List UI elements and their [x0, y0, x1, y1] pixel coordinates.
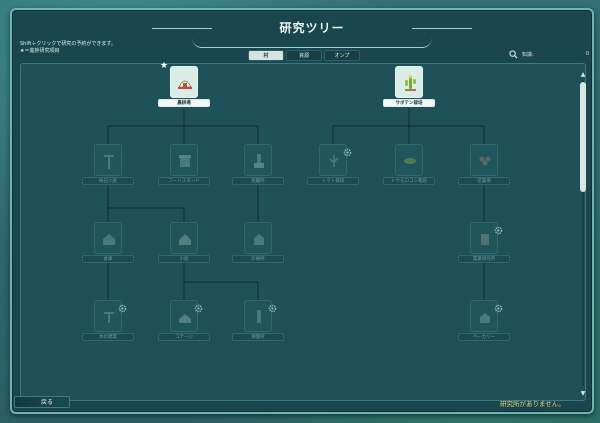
- node-quarry[interactable]: 採石小屋: [78, 144, 138, 194]
- status-message: 研究所がありません。: [500, 400, 565, 408]
- stand-icon: [179, 155, 191, 167]
- node-clinic[interactable]: 診療所: [228, 222, 288, 272]
- category-tabs: 村 資源 オンプ: [248, 50, 360, 61]
- flower-icon: [479, 156, 491, 166]
- node-label: 保健所: [232, 333, 284, 341]
- node-flower-farm[interactable]: 花農場: [454, 144, 514, 194]
- node-inn[interactable]: 旅籠所: [228, 144, 288, 194]
- node-cottage[interactable]: コテージ: [154, 300, 214, 350]
- hint-text: Shift＋クリックで研究の予約ができます。 ★＝進捗研究項目: [20, 41, 116, 55]
- tomato-icon: [329, 155, 339, 167]
- gear-icon: [268, 304, 277, 313]
- node-card: [470, 144, 498, 176]
- node-label: トマト栽培: [307, 177, 359, 185]
- node-label: 農業研究所: [458, 255, 510, 263]
- node-label: フードスタンド: [158, 177, 210, 185]
- node-wood-building[interactable]: 木の建築: [78, 300, 138, 350]
- tab-resources[interactable]: 資源: [286, 50, 322, 61]
- node-food-stand[interactable]: フードスタンド: [154, 144, 214, 194]
- node-bakery[interactable]: ベーカリー: [454, 300, 514, 350]
- corn-icon: [404, 158, 416, 164]
- node-hut[interactable]: 小屋: [154, 222, 214, 272]
- node-card: [244, 144, 272, 176]
- node-card: [94, 222, 122, 254]
- clinic-icon: [254, 234, 264, 245]
- node-agri-lab[interactable]: 農業研究所: [454, 222, 514, 272]
- cactus-icon: [405, 75, 416, 91]
- knowledge-counter: 知識: 0: [509, 48, 589, 60]
- gear-icon: [494, 304, 503, 313]
- tower-icon: [254, 154, 264, 168]
- window-title: 研究ツリー: [279, 21, 345, 35]
- node-label: 採石小屋: [82, 177, 134, 185]
- title-deco-left: [152, 28, 212, 29]
- cottage-icon: [179, 314, 191, 323]
- knowledge-label: 知識:: [522, 51, 534, 58]
- tab-onpu[interactable]: オンプ: [324, 50, 360, 61]
- scroll-thumb[interactable]: [580, 82, 586, 192]
- knowledge-count: 0: [585, 51, 589, 57]
- research-tree-window: 研究ツリー Shift＋クリックで研究の予約ができます。 ★＝進捗研究項目 村 …: [10, 8, 594, 414]
- scroll-up-icon[interactable]: ▲: [580, 72, 586, 78]
- node-label: ベーカリー: [458, 333, 510, 341]
- node-label: 旅籠所: [232, 177, 284, 185]
- node-card: [244, 222, 272, 254]
- node-card: [170, 66, 198, 98]
- node-label: 木の建築: [82, 333, 134, 341]
- health-icon: [257, 310, 261, 323]
- wood-icon: [104, 312, 114, 323]
- node-health-center[interactable]: 保健所: [228, 300, 288, 350]
- tab-village[interactable]: 村: [248, 50, 284, 61]
- lab-icon: [481, 234, 489, 245]
- node-card: [94, 144, 122, 176]
- hint-line-2: ★＝進捗研究項目: [20, 48, 60, 54]
- node-cactus[interactable]: サボテン栽培: [379, 66, 439, 116]
- bakery-icon: [480, 313, 490, 323]
- title-deco-right: [412, 28, 472, 29]
- node-corn[interactable]: トウモロコシ栽培: [379, 144, 439, 194]
- node-warehouse[interactable]: 倉庫: [78, 222, 138, 272]
- gear-icon: [118, 304, 127, 313]
- hut-icon: [179, 234, 191, 245]
- node-label: 小屋: [158, 255, 210, 263]
- node-label: 農耕場: [158, 99, 210, 107]
- node-label: コテージ: [158, 333, 210, 341]
- search-icon[interactable]: [509, 49, 518, 59]
- tent-icon: [178, 80, 192, 89]
- crane-icon: [104, 155, 114, 169]
- title-arc: [192, 38, 432, 48]
- node-label: トウモロコシ栽培: [383, 177, 435, 185]
- gear-icon: [194, 304, 203, 313]
- back-button[interactable]: 戻る: [14, 396, 70, 408]
- node-label: サボテン栽培: [383, 99, 435, 107]
- scrollbar[interactable]: ▲ ▼: [580, 72, 586, 397]
- gear-icon: [343, 148, 352, 157]
- node-card: [170, 222, 198, 254]
- node-label: 花農場: [458, 177, 510, 185]
- star-icon: ★: [160, 61, 169, 71]
- node-card: [395, 66, 423, 98]
- title-bar: 研究ツリー: [152, 16, 472, 48]
- hint-line-1: Shift＋クリックで研究の予約ができます。: [20, 41, 116, 47]
- gear-icon: [494, 226, 503, 235]
- scroll-down-icon[interactable]: ▼: [580, 391, 586, 397]
- node-tomato[interactable]: トマト栽培: [303, 144, 363, 194]
- warehouse-icon: [103, 234, 115, 245]
- node-label: 診療所: [232, 255, 284, 263]
- node-farm[interactable]: ★ 農耕場: [154, 61, 214, 116]
- node-card: [395, 144, 423, 176]
- node-label: 倉庫: [82, 255, 134, 263]
- node-card: [170, 144, 198, 176]
